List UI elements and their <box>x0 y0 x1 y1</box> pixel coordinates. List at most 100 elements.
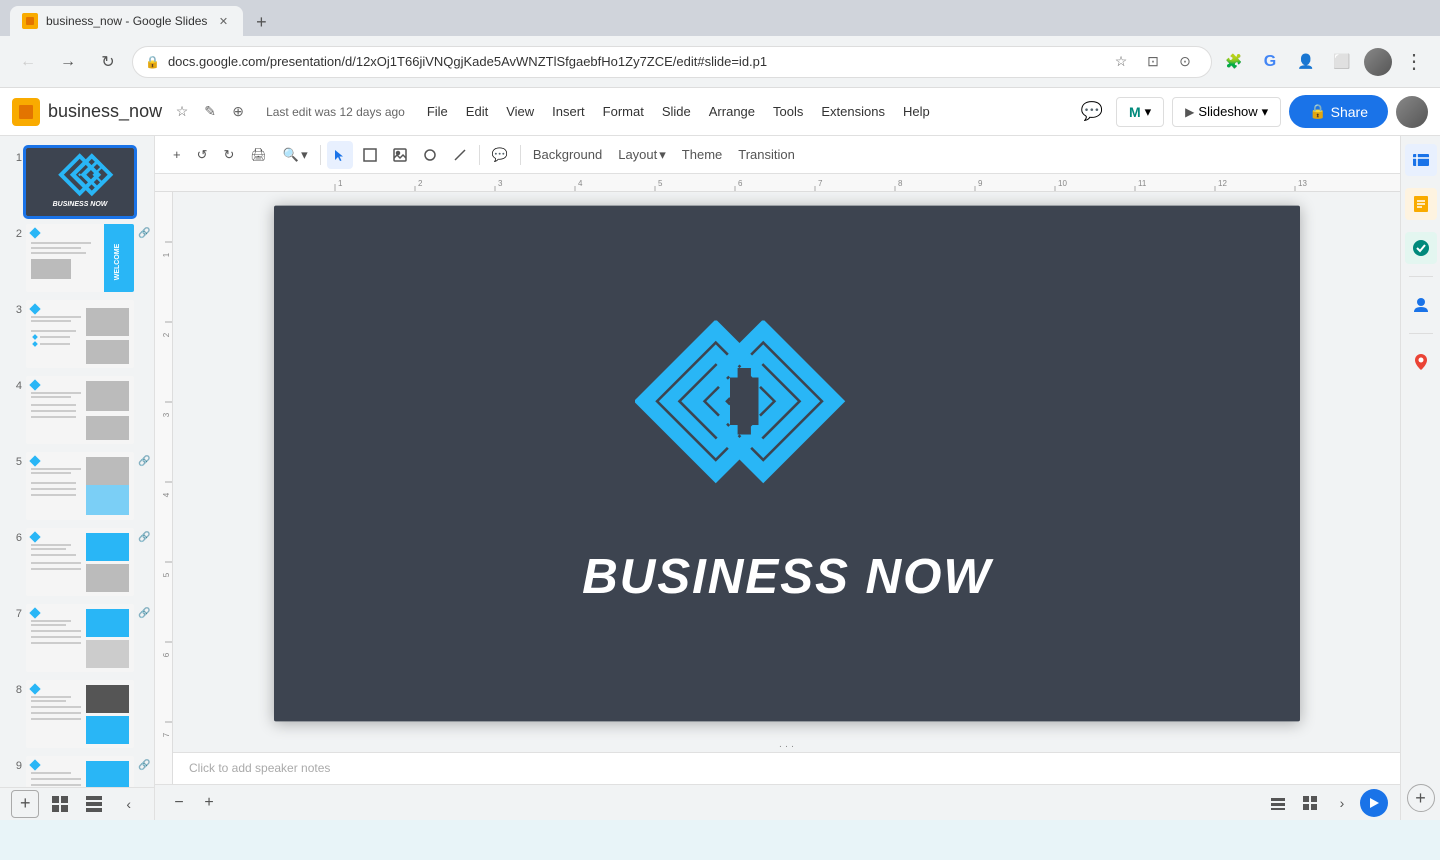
right-panel-add[interactable]: + <box>1407 784 1435 812</box>
slide-thumbnail-6[interactable]: 6 🔗 <box>0 524 154 600</box>
forward-button[interactable]: → <box>52 46 84 78</box>
star-button[interactable]: ☆ <box>170 100 194 124</box>
slide-thumbnail-8[interactable]: 8 <box>0 676 154 752</box>
zoom-out-button[interactable]: − <box>167 791 191 815</box>
insert-button[interactable]: + <box>167 141 187 169</box>
shape-tool[interactable] <box>417 141 443 169</box>
cursor-tool[interactable] <box>327 141 353 169</box>
slide-canvas: BUSINESS NOW · · · Click to add speaker … <box>173 192 1400 784</box>
tab-favicon <box>22 13 38 29</box>
slide-thumbnail-7[interactable]: 7 🔗 <box>0 600 154 676</box>
svg-text:13: 13 <box>1298 179 1307 188</box>
rename-button[interactable]: ✎ <box>198 100 222 124</box>
comment-tool[interactable]: 💬 <box>486 141 514 169</box>
theme-button[interactable]: Theme <box>676 141 728 169</box>
svg-text:3: 3 <box>498 179 503 188</box>
right-panel-notes[interactable] <box>1405 188 1437 220</box>
file-name[interactable]: business_now <box>48 101 162 122</box>
browser-profile[interactable] <box>1364 48 1392 76</box>
lock-icon: 🔒 <box>145 55 160 69</box>
svg-text:10: 10 <box>1058 179 1067 188</box>
tab-close-button[interactable]: ✕ <box>215 13 231 29</box>
svg-text:7: 7 <box>818 179 823 188</box>
bookmark-icon[interactable]: ☆ <box>1107 48 1135 76</box>
image-tool[interactable] <box>387 141 413 169</box>
svg-text:9: 9 <box>978 179 983 188</box>
refresh-button[interactable]: ↻ <box>92 46 124 78</box>
menu-tools[interactable]: Tools <box>765 100 811 123</box>
svg-text:11: 11 <box>1138 179 1147 188</box>
comment-button[interactable]: 💬 <box>1076 96 1108 128</box>
frame-tool[interactable] <box>357 141 383 169</box>
google-icon[interactable]: G <box>1256 48 1284 76</box>
screen-icon[interactable]: ⬜ <box>1328 48 1356 76</box>
slide-thumbnail-5[interactable]: 5 🔗 <box>0 448 154 524</box>
back-button[interactable]: ← <box>12 46 44 78</box>
slide-thumbnail-4[interactable]: 4 <box>0 372 154 448</box>
background-button[interactable]: Background <box>527 141 608 169</box>
active-tab[interactable]: business_now - Google Slides ✕ <box>10 6 243 36</box>
menu-extensions[interactable]: Extensions <box>813 100 893 123</box>
share-button[interactable]: 🔒 Share <box>1289 95 1388 128</box>
menu-arrange[interactable]: Arrange <box>701 100 763 123</box>
menu-view[interactable]: View <box>498 100 542 123</box>
slide-9-thumb <box>26 756 134 787</box>
zoom-button[interactable]: 🔍▾ <box>277 141 314 169</box>
menu-format[interactable]: Format <box>595 100 652 123</box>
svg-text:6: 6 <box>738 179 743 188</box>
slide-main[interactable]: BUSINESS NOW <box>274 206 1300 722</box>
add-slide-button[interactable]: + <box>11 790 39 818</box>
profile-sync-icon[interactable]: 👤 <box>1292 48 1320 76</box>
separator-2 <box>479 145 480 165</box>
collapse-panel-button[interactable]: ‹ <box>115 790 143 818</box>
address-bar[interactable]: 🔒 docs.google.com/presentation/d/12xOj1T… <box>132 46 1212 78</box>
menu-help[interactable]: Help <box>895 100 938 123</box>
redo-button[interactable]: ↻ <box>218 141 241 169</box>
menu-edit[interactable]: Edit <box>458 100 496 123</box>
present-button[interactable] <box>1360 789 1388 817</box>
slide-panel: 1 <box>0 136 155 787</box>
slide-panel-bottom: + ‹ <box>0 787 155 820</box>
zoom-in-button[interactable]: + <box>197 791 221 815</box>
speaker-notes[interactable]: Click to add speaker notes <box>173 752 1400 784</box>
transition-button[interactable]: Transition <box>732 141 801 169</box>
slide-3-thumb <box>26 300 134 368</box>
grid-view-button[interactable] <box>46 790 74 818</box>
menu-file[interactable]: File <box>419 100 456 123</box>
new-tab-button[interactable]: + <box>247 8 275 36</box>
svg-text:WELCOME: WELCOME <box>114 243 121 280</box>
layout-button[interactable]: Layout▾ <box>612 141 672 169</box>
drive-button[interactable]: ⊕ <box>226 100 250 124</box>
slide-title: BUSINESS NOW <box>582 549 992 606</box>
right-panel-maps[interactable] <box>1405 346 1437 378</box>
filmstrip-view-button[interactable] <box>80 790 108 818</box>
user-avatar[interactable] <box>1396 96 1428 128</box>
browser-menu-button[interactable]: ⋮ <box>1400 49 1428 74</box>
menu-insert[interactable]: Insert <box>544 100 593 123</box>
meet-button[interactable]: M ▾ <box>1116 97 1164 127</box>
file-info: business_now ☆ ✎ ⊕ Last edit was 12 days… <box>12 98 405 126</box>
slide-thumbnail-1[interactable]: 1 <box>0 144 154 220</box>
right-panel-explore[interactable] <box>1405 144 1437 176</box>
line-tool[interactable] <box>447 141 473 169</box>
undo-button[interactable]: ↺ <box>191 141 214 169</box>
slide-4-thumb <box>26 376 134 444</box>
toolbar-right: 💬 M ▾ ▶ Slideshow ▾ 🔒 Share <box>1076 95 1428 128</box>
slideshow-button[interactable]: ▶ Slideshow ▾ <box>1172 97 1281 127</box>
grid-view-button-2[interactable] <box>1296 789 1324 817</box>
menu-slide[interactable]: Slide <box>654 100 699 123</box>
right-panel-contacts[interactable] <box>1405 289 1437 321</box>
slide-thumbnail-9[interactable]: 9 🔗 <box>0 752 154 787</box>
svg-text:5: 5 <box>658 179 663 188</box>
slide-thumbnail-3[interactable]: 3 <box>0 296 154 372</box>
slide-thumbnail-2[interactable]: 2 WELCOME 🔗 <box>0 220 154 296</box>
cast-icon[interactable]: ⊡ <box>1139 48 1167 76</box>
lens-icon[interactable]: ⊙ <box>1171 48 1199 76</box>
svg-text:2: 2 <box>418 179 423 188</box>
collapse-panel-right[interactable]: › <box>1328 789 1356 817</box>
svg-text:4: 4 <box>162 492 171 497</box>
print-button[interactable]: 🖨 <box>244 141 273 169</box>
right-panel-tasks[interactable] <box>1405 232 1437 264</box>
extensions-icon[interactable]: 🧩 <box>1220 48 1248 76</box>
list-view-button[interactable] <box>1264 789 1292 817</box>
